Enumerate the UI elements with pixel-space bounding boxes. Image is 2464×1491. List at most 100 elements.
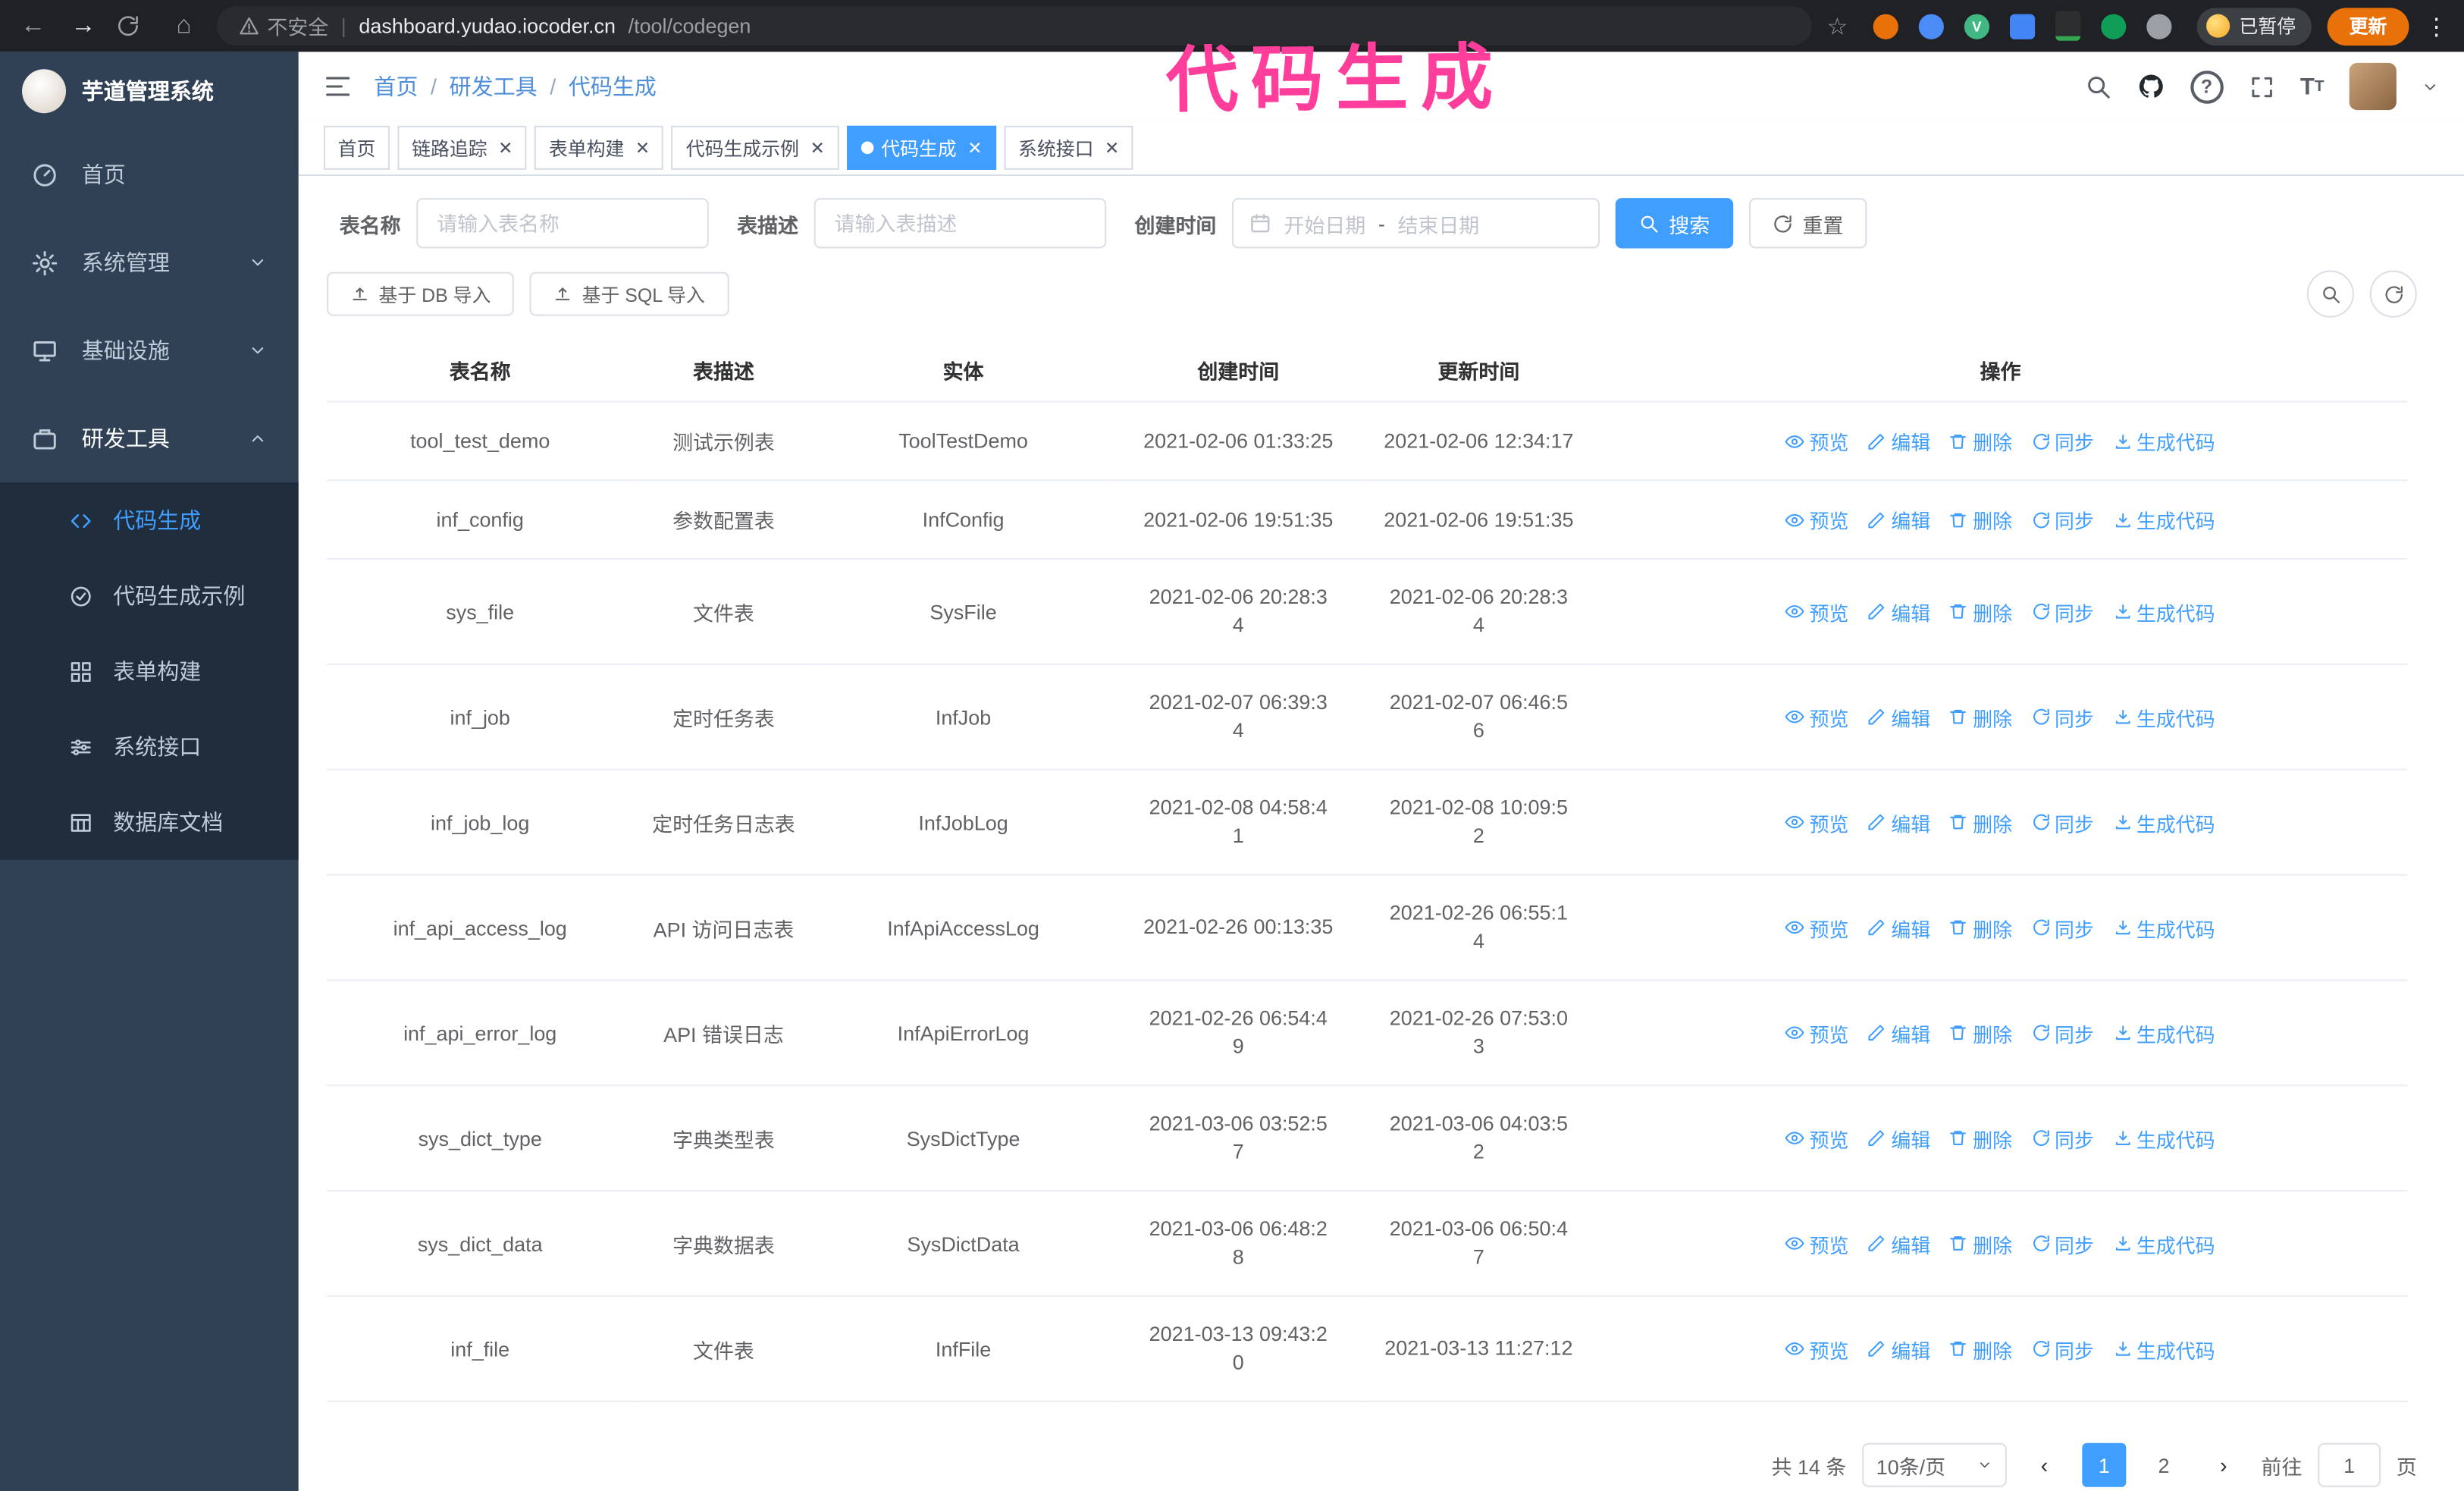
sidebar-item-form-builder[interactable]: 表单构建 [0,633,299,708]
sidebar-item-devtools[interactable]: 研发工具 [0,394,299,482]
delete-link[interactable]: 删除 [1949,1334,2012,1364]
tab-codegen-example[interactable]: 代码生成示例 ✕ [672,125,839,170]
search-icon[interactable] [2085,73,2111,99]
collapse-sidebar-icon[interactable] [324,72,352,100]
edit-link[interactable]: 编辑 [1867,504,1930,534]
generate-code-link[interactable]: 生成代码 [2113,807,2215,837]
toggle-search-button[interactable] [2306,270,2354,318]
preview-link[interactable]: 预览 [1785,702,1848,731]
generate-code-link[interactable]: 生成代码 [2113,1018,2215,1047]
edit-link[interactable]: 编辑 [1867,912,1930,942]
sync-link[interactable]: 同步 [2031,426,2094,456]
extension-icon-2[interactable] [1918,13,1944,39]
generate-code-link[interactable]: 生成代码 [2113,912,2215,942]
extension-icon-grid[interactable] [2009,13,2036,39]
refresh-table-button[interactable] [2369,270,2417,318]
sync-link[interactable]: 同步 [2031,1229,2094,1258]
sync-link[interactable]: 同步 [2031,1018,2094,1047]
date-range-picker[interactable]: 开始日期 - 结束日期 [1232,198,1600,249]
close-icon[interactable]: ✕ [1105,137,1119,158]
sidebar-item-infra[interactable]: 基础设施 [0,306,299,394]
edit-link[interactable]: 编辑 [1867,426,1930,456]
goto-page-input[interactable] [2318,1442,2381,1487]
preview-link[interactable]: 预览 [1785,912,1848,942]
page-button-2[interactable]: 2 [2142,1442,2187,1487]
preview-link[interactable]: 预览 [1785,807,1848,837]
edit-link[interactable]: 编辑 [1867,702,1930,731]
page-button-1[interactable]: 1 [2082,1442,2127,1487]
avatar-caret-icon[interactable] [2422,78,2439,96]
reset-button[interactable]: 重置 [1749,198,1867,249]
user-avatar[interactable] [2349,62,2397,111]
preview-link[interactable]: 预览 [1785,504,1848,534]
generate-code-link[interactable]: 生成代码 [2113,426,2215,456]
breadcrumb-devtools[interactable]: 研发工具 [450,71,538,102]
edit-link[interactable]: 编辑 [1867,807,1930,837]
preview-link[interactable]: 预览 [1785,1123,1848,1153]
generate-code-link[interactable]: 生成代码 [2113,702,2215,731]
preview-link[interactable]: 预览 [1785,597,1848,626]
back-icon[interactable]: ← [16,12,51,40]
generate-code-link[interactable]: 生成代码 [2113,504,2215,534]
close-icon[interactable]: ✕ [635,137,650,158]
edit-link[interactable]: 编辑 [1867,1018,1930,1047]
delete-link[interactable]: 删除 [1949,1229,2012,1258]
tab-api[interactable]: 系统接口 ✕ [1004,125,1133,170]
sync-link[interactable]: 同步 [2031,597,2094,626]
sync-link[interactable]: 同步 [2031,1123,2094,1153]
close-icon[interactable]: ✕ [498,137,513,158]
github-icon[interactable] [2136,72,2165,100]
delete-link[interactable]: 删除 [1949,702,2012,731]
tab-home[interactable]: 首页 [323,125,390,170]
sidebar-item-api[interactable]: 系统接口 [0,709,299,784]
prev-page-button[interactable]: ‹ [2022,1442,2067,1487]
sidebar-item-home[interactable]: 首页 [0,130,299,218]
browser-menu-icon[interactable]: ⋮ [2425,12,2448,40]
sidebar-item-codegen-example[interactable]: 代码生成示例 [0,558,299,633]
close-icon[interactable]: ✕ [810,137,824,158]
preview-link[interactable]: 预览 [1785,1229,1848,1258]
extension-icon-vue[interactable]: V [1964,13,1989,39]
search-button[interactable]: 搜索 [1615,198,1734,249]
edit-link[interactable]: 编辑 [1867,597,1930,626]
sync-link[interactable]: 同步 [2031,504,2094,534]
page-size-select[interactable]: 10条/页 [1862,1442,2007,1487]
tab-codegen[interactable]: 代码生成 ✕ [846,125,996,170]
delete-link[interactable]: 删除 [1949,1018,2012,1047]
edit-link[interactable]: 编辑 [1867,1229,1930,1258]
font-size-icon[interactable]: TT [2300,73,2324,99]
fullscreen-icon[interactable] [2248,73,2274,99]
delete-link[interactable]: 删除 [1949,504,2012,534]
extension-icon-1[interactable] [1873,13,1898,39]
tab-form-builder[interactable]: 表单构建 ✕ [534,125,664,170]
table-desc-input[interactable] [813,198,1107,249]
generate-code-link[interactable]: 生成代码 [2113,1123,2215,1153]
preview-link[interactable]: 预览 [1785,1334,1848,1364]
sync-link[interactable]: 同步 [2031,1334,2094,1364]
delete-link[interactable]: 删除 [1949,912,2012,942]
import-sql-button[interactable]: 基于 SQL 导入 [530,272,729,316]
edit-link[interactable]: 编辑 [1867,1334,1930,1364]
tab-tracing[interactable]: 链路追踪 ✕ [397,125,527,170]
logo-row[interactable]: 芋道管理系统 [0,52,299,130]
paused-badge[interactable]: 已暂停 [2196,7,2312,46]
sync-link[interactable]: 同步 [2031,912,2094,942]
bookmark-star-icon[interactable]: ☆ [1827,12,1848,40]
sync-link[interactable]: 同步 [2031,702,2094,731]
home-icon[interactable]: ⌂ [167,12,202,40]
table-name-input[interactable] [416,198,709,249]
sidebar-item-codegen[interactable]: 代码生成 [0,482,299,557]
help-icon[interactable]: ? [2190,70,2224,103]
delete-link[interactable]: 删除 [1949,426,2012,456]
delete-link[interactable]: 删除 [1949,807,2012,837]
generate-code-link[interactable]: 生成代码 [2113,1229,2215,1258]
extension-icon-5[interactable] [2055,11,2081,41]
extensions-puzzle-icon[interactable] [2146,13,2172,39]
generate-code-link[interactable]: 生成代码 [2113,1334,2215,1364]
preview-link[interactable]: 预览 [1785,426,1848,456]
forward-icon[interactable]: → [66,12,101,40]
preview-link[interactable]: 预览 [1785,1018,1848,1047]
breadcrumb-home[interactable]: 首页 [374,71,418,102]
update-button[interactable]: 更新 [2327,7,2409,46]
edit-link[interactable]: 编辑 [1867,1123,1930,1153]
